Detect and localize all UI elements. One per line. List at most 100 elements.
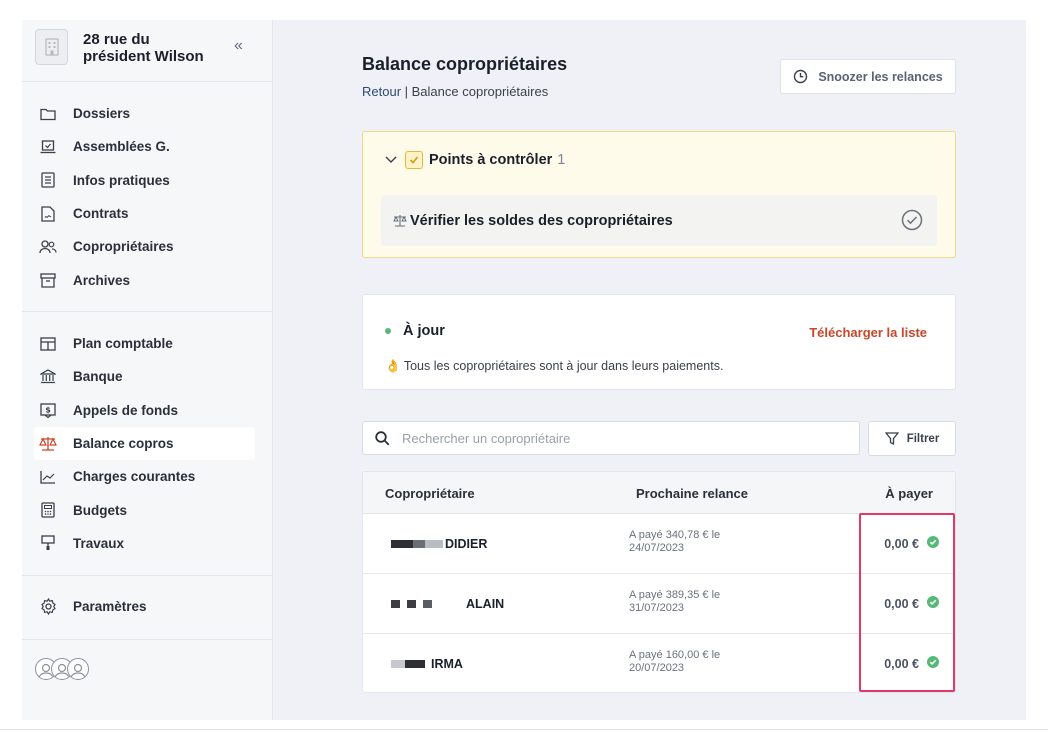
sidebar-item-label: Charges courantes (73, 469, 196, 485)
dollar-icon: $ (39, 401, 57, 419)
sidebar-item-plan-comptable[interactable]: Plan comptable (34, 327, 255, 360)
redacted-name (391, 600, 400, 608)
checkpoints-title: Points à contrôler (429, 152, 553, 168)
nav-group-settings: Paramètres (34, 590, 255, 623)
filter-label: Filtrer (906, 432, 940, 445)
sidebar-item-banque[interactable]: Banque (34, 360, 255, 393)
nav-group-main: Dossiers Assemblées G. Infos pratiques C… (34, 97, 255, 297)
sidebar-item-infos[interactable]: Infos pratiques (34, 164, 255, 197)
sidebar-item-label: Infos pratiques (73, 172, 170, 188)
sidebar-item-charges-courantes[interactable]: Charges courantes (34, 460, 255, 493)
redacted-name (413, 540, 425, 548)
ok-hand-icon: 👌 (385, 359, 401, 373)
users-icon (39, 238, 57, 256)
search-icon (375, 430, 390, 445)
divider (22, 639, 273, 640)
owner-name: DIDIER (391, 537, 487, 551)
checkpoints-count: 1 (557, 152, 566, 168)
sidebar-item-budgets[interactable]: Budgets (34, 493, 255, 526)
sidebar-item-dossiers[interactable]: Dossiers (34, 97, 255, 130)
checkpoints-panel: Points à contrôler 1 Vérifier les soldes… (362, 131, 956, 258)
building-icon (35, 29, 68, 65)
breadcrumb-separator: | (401, 84, 412, 99)
clock-icon (794, 69, 808, 84)
status-title: À jour (403, 323, 445, 339)
status-dot (385, 328, 391, 334)
sidebar-item-label: Paramètres (73, 599, 147, 615)
sidebar-item-label: Copropriétaires (73, 239, 174, 255)
checkpoints-header[interactable]: Points à contrôler 1 (385, 151, 565, 169)
sidebar-item-parametres[interactable]: Paramètres (34, 590, 255, 623)
scale-icon (39, 435, 57, 453)
search-input[interactable] (402, 430, 822, 446)
checklist-icon (405, 151, 423, 169)
redacted-name (425, 540, 443, 548)
gear-icon (39, 598, 57, 616)
table-header: Copropriétaire Prochaine relance À payer (363, 472, 955, 514)
filter-button[interactable]: Filtrer (868, 421, 956, 456)
sidebar-item-appels-de-fonds[interactable]: $ Appels de fonds (34, 394, 255, 427)
status-message: 👌 Tous les copropriétaires sont à jour d… (385, 359, 723, 374)
contract-icon (39, 205, 57, 223)
page-title: Balance copropriétaires (362, 54, 568, 74)
sidebar-item-archives[interactable]: Archives (34, 263, 255, 296)
sidebar: 28 rue du président Wilson « Dossiers As… (22, 20, 273, 720)
mark-done-icon[interactable] (901, 209, 923, 235)
folder-icon (39, 105, 57, 123)
filter-icon (884, 432, 899, 445)
redacted-name (405, 660, 425, 668)
sidebar-item-label: Dossiers (73, 106, 131, 122)
chart-line-icon (39, 468, 57, 486)
column-header-amount-due[interactable]: À payer (885, 486, 933, 501)
download-list-link[interactable]: Télécharger la liste (809, 325, 927, 340)
building-name[interactable]: 28 rue du président Wilson (83, 31, 223, 65)
search-bar (362, 421, 860, 455)
sidebar-item-coproprietaires[interactable]: Copropriétaires (34, 230, 255, 263)
owner-name-text: ALAIN (466, 597, 505, 611)
divider (22, 311, 273, 312)
app-frame: 28 rue du président Wilson « Dossiers As… (22, 20, 1026, 720)
owner-name: ALAIN (391, 597, 504, 611)
redacted-name (423, 600, 432, 608)
sidebar-item-label: Plan comptable (73, 336, 173, 352)
status-message-text: Tous les copropriétaires sont à jour dan… (403, 359, 724, 373)
sidebar-item-label: Appels de fonds (73, 402, 179, 418)
sidebar-item-assemblees[interactable]: Assemblées G. (34, 130, 255, 163)
sidebar-item-label: Balance copros (73, 436, 174, 452)
snooze-reminders-button[interactable]: Snoozer les relances (780, 59, 956, 94)
svg-text:$: $ (45, 405, 51, 414)
sidebar-item-label: Banque (73, 369, 123, 385)
chevron-down-icon (385, 156, 397, 163)
avatar-group[interactable] (35, 658, 89, 680)
snooze-label: Snoozer les relances (818, 69, 943, 84)
sidebar-item-travaux[interactable]: Travaux (34, 527, 255, 560)
divider (22, 575, 273, 576)
sidebar-item-label: Budgets (73, 502, 127, 518)
table-icon (39, 335, 57, 353)
sidebar-item-label: Contrats (73, 206, 129, 222)
laptop-check-icon (39, 138, 57, 156)
redacted-name (391, 540, 413, 548)
paint-roller-icon (39, 534, 57, 552)
column-header-owner[interactable]: Copropriétaire (385, 486, 475, 501)
breadcrumb: Retour | Balance copropriétaires (362, 84, 548, 99)
column-header-next-reminder[interactable]: Prochaine relance (636, 486, 748, 501)
sidebar-item-balance-copros[interactable]: Balance copros (34, 426, 255, 461)
calculator-icon (39, 501, 57, 519)
breadcrumb-back-link[interactable]: Retour (362, 84, 401, 99)
avatar (67, 658, 89, 680)
archive-icon (39, 271, 57, 289)
payment-status-card: À jour Télécharger la liste 👌 Tous les c… (362, 294, 956, 390)
checkpoint-task[interactable]: Vérifier les soldes des copropriétaires (381, 195, 937, 246)
sidebar-item-label: Travaux (73, 535, 125, 551)
redacted-name (391, 660, 405, 668)
sidebar-item-contrats[interactable]: Contrats (34, 197, 255, 230)
collapse-sidebar-icon[interactable]: « (234, 37, 243, 55)
sidebar-item-label: Archives (73, 272, 131, 288)
divider (22, 81, 273, 82)
redacted-name (407, 600, 416, 608)
scale-icon (393, 215, 407, 227)
nav-group-finance: Plan comptable Banque $ Appels de fonds … (34, 327, 255, 560)
divider (0, 729, 1048, 730)
owner-name-text: IRMA (431, 657, 463, 671)
